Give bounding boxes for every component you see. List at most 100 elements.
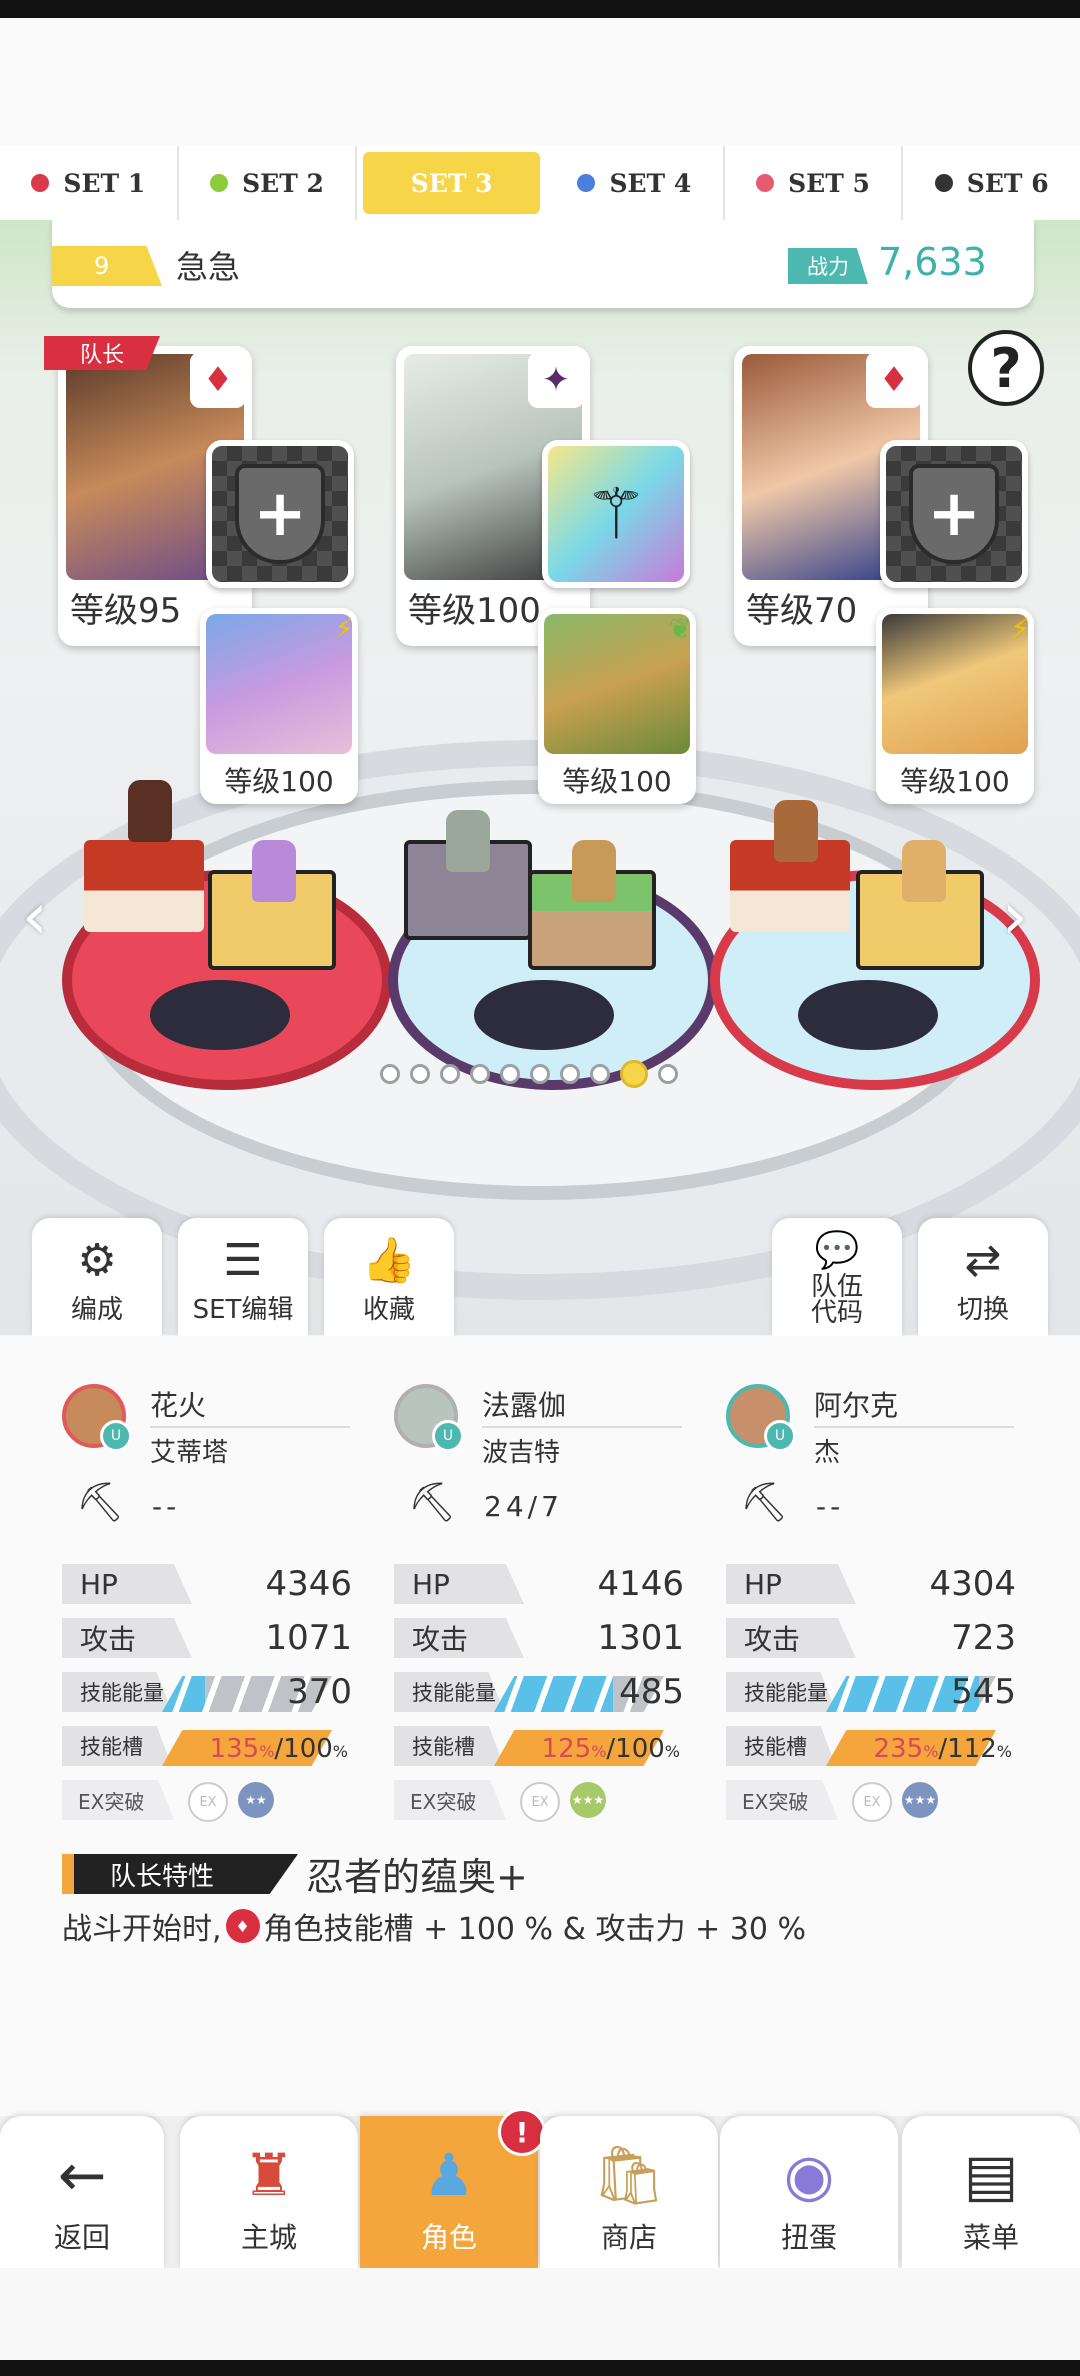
hero-avatar[interactable]: U bbox=[726, 1384, 796, 1452]
thumbs-up-star-icon: 👍 bbox=[361, 1235, 417, 1286]
page-dot[interactable] bbox=[560, 1064, 580, 1084]
prev-arrow-icon[interactable]: ‹ bbox=[22, 880, 48, 954]
slot-max: 100 bbox=[283, 1734, 333, 1764]
gacha-orb-icon: ◉ bbox=[783, 2141, 835, 2209]
nav-gacha[interactable]: ◉ 扭蛋 bbox=[720, 2116, 898, 2268]
atk-row: 攻击 1071 bbox=[62, 1618, 352, 1660]
chibi-hero-2[interactable] bbox=[446, 810, 490, 872]
leader-trait-description: 战斗开始时, ♦ 角色技能槽 + 100 % & 攻击力 + 30 % bbox=[62, 1904, 806, 1948]
favorite-label: 收藏 bbox=[362, 1295, 415, 1325]
page-dot[interactable] bbox=[410, 1064, 430, 1084]
slot-row: 技能槽 135%/100% bbox=[62, 1726, 352, 1768]
nav-shop[interactable]: 🛍 商店 bbox=[540, 2116, 718, 2268]
atk-value: 723 bbox=[951, 1618, 1016, 1658]
page-dot[interactable] bbox=[440, 1064, 460, 1084]
tab-set-2[interactable]: SET 2 bbox=[179, 146, 358, 220]
hero-name: 花火 bbox=[150, 1389, 207, 1422]
tool-value: 24/7 bbox=[484, 1490, 563, 1523]
slot-percent: % bbox=[332, 1742, 348, 1761]
ex-badge-icon: EX bbox=[188, 1782, 228, 1822]
equip-slot-1[interactable]: + bbox=[206, 440, 354, 588]
next-arrow-icon[interactable]: › bbox=[1002, 880, 1028, 954]
character-pedestal-icon: ♟ bbox=[423, 2141, 475, 2209]
ex-badge-icon: EX bbox=[852, 1782, 892, 1822]
chibi-hero-3[interactable] bbox=[774, 800, 818, 862]
hero-name: 法露伽 bbox=[482, 1389, 567, 1422]
compose-label: 编成 bbox=[70, 1295, 123, 1325]
sub-card-1[interactable]: ⚡ 等级100 bbox=[200, 608, 358, 804]
compose-button[interactable]: ⚙ 编成 bbox=[32, 1218, 162, 1336]
shovel-icon: ⛏ bbox=[408, 1480, 457, 1524]
leader-trait-name: 忍者的蕴奥+ bbox=[306, 1855, 528, 1899]
set-tabs: SET 1 SET 2 SET 3 SET 4 SET 5 SET 6 bbox=[0, 146, 1080, 220]
shovel-icon: ⛏ bbox=[740, 1480, 789, 1524]
tab-set-1[interactable]: SET 1 bbox=[0, 146, 179, 220]
page-dot[interactable] bbox=[380, 1064, 400, 1084]
sub-card-3[interactable]: ⚡ 等级100 bbox=[876, 608, 1034, 804]
slot-value: 235%/112% bbox=[874, 1734, 1012, 1764]
partner-name: 波吉特 bbox=[482, 1438, 561, 1468]
slot-value: 125%/100% bbox=[542, 1734, 680, 1764]
set-edit-button[interactable]: ☰ SET编辑 bbox=[178, 1218, 308, 1336]
nav-back[interactable]: ← 返回 bbox=[0, 2116, 164, 2268]
energy-label: 技能能量 bbox=[394, 1672, 504, 1712]
equip-slot-3[interactable]: + bbox=[880, 440, 1028, 588]
set-2-color-dot bbox=[210, 174, 229, 192]
tab-set-3[interactable]: SET 3 bbox=[363, 152, 541, 214]
page-dot[interactable] bbox=[530, 1064, 550, 1084]
page-dot[interactable] bbox=[658, 1064, 678, 1084]
star-badge-icon: ★★★ bbox=[902, 1782, 938, 1818]
nav-home[interactable]: ♜ 主城 bbox=[180, 2116, 358, 2268]
slot-current: 235 bbox=[873, 1734, 924, 1764]
chibi-sub-1[interactable] bbox=[252, 840, 296, 902]
lightning-icon: ⚡ bbox=[1010, 612, 1030, 645]
dark-star-icon: ✦ bbox=[528, 352, 584, 408]
sub-card-2[interactable]: ❦ 等级100 bbox=[538, 608, 696, 804]
shovel-icon: ⛏ bbox=[76, 1480, 125, 1524]
set-4-color-dot bbox=[577, 174, 596, 192]
skill-tile-2 bbox=[474, 980, 614, 1050]
chibi-sub-3[interactable] bbox=[902, 840, 946, 902]
set-6-color-dot bbox=[934, 174, 953, 192]
partner-name: 杰 bbox=[814, 1438, 841, 1468]
tab-set-5[interactable]: SET 5 bbox=[725, 146, 904, 220]
chibi-hero-1[interactable] bbox=[128, 780, 172, 842]
favorite-button[interactable]: 👍 收藏 bbox=[324, 1218, 454, 1336]
slot-percent: % bbox=[664, 1742, 680, 1761]
page-dot-active[interactable] bbox=[620, 1060, 648, 1088]
hero-avatar[interactable]: U bbox=[394, 1384, 464, 1452]
tab-label: SET 6 bbox=[966, 168, 1049, 198]
page-dot[interactable] bbox=[590, 1064, 610, 1084]
energy-value: 485 bbox=[619, 1672, 684, 1712]
sub-level: 等级100 bbox=[900, 765, 1010, 798]
slot-slash: / bbox=[938, 1734, 948, 1764]
ex-label: EX突破 bbox=[62, 1780, 174, 1820]
team-code-button[interactable]: 💬 队伍 代码 bbox=[772, 1218, 902, 1336]
energy-label: 技能能量 bbox=[726, 1672, 836, 1712]
sub-level: 等级100 bbox=[224, 765, 334, 798]
hero-avatar[interactable]: U bbox=[62, 1384, 132, 1452]
slot-value: 135%/100% bbox=[210, 1734, 348, 1764]
nav-back-label: 返回 bbox=[53, 2221, 110, 2254]
chibi-sub-2[interactable] bbox=[572, 840, 616, 902]
page-dot[interactable] bbox=[500, 1064, 520, 1084]
nav-menu[interactable]: ▤ 菜单 bbox=[902, 2116, 1080, 2268]
tab-set-4[interactable]: SET 4 bbox=[546, 146, 725, 220]
tab-label: SET 5 bbox=[788, 168, 870, 198]
slot-label: 技能槽 bbox=[394, 1726, 504, 1766]
castle-icon: ♜ bbox=[243, 2141, 295, 2209]
name-divider bbox=[150, 1426, 350, 1428]
energy-bar-fill bbox=[162, 1676, 205, 1712]
top-spacer bbox=[0, 18, 1080, 146]
unique-badge-icon: U bbox=[764, 1420, 796, 1452]
switch-button[interactable]: ⇄ 切换 bbox=[918, 1218, 1048, 1336]
tab-set-6[interactable]: SET 6 bbox=[903, 146, 1080, 220]
notification-badge: ! bbox=[498, 2108, 546, 2156]
atk-label: 攻击 bbox=[62, 1618, 192, 1658]
equip-slot-2[interactable]: ⚚ bbox=[542, 440, 690, 588]
page-dot[interactable] bbox=[470, 1064, 490, 1084]
help-button[interactable]: ? bbox=[968, 330, 1044, 406]
unique-badge-icon: U bbox=[432, 1420, 464, 1452]
energy-label: 技能能量 bbox=[62, 1672, 172, 1712]
energy-row: 技能能量 370 bbox=[62, 1672, 352, 1714]
